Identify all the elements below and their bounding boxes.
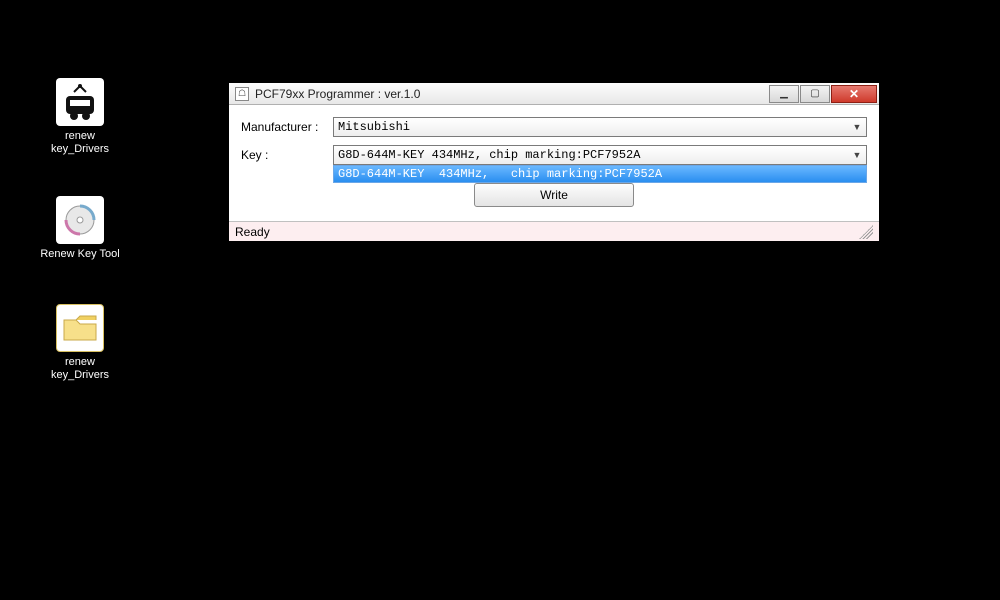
key-option[interactable]: G8D-644M-KEY 434MHz, chip marking:PCF795… — [334, 166, 866, 182]
desktop-icon-prog[interactable]: renew key_Drivers — [40, 78, 120, 156]
desktop-icon-label: renew key_Drivers — [40, 356, 120, 382]
app-window: ☖ PCF79xx Programmer : ver.1.0 ▁ ▢ ✕ Man… — [228, 82, 880, 242]
app-icon: ☖ — [235, 87, 249, 101]
chevron-down-icon: ▼ — [849, 119, 865, 135]
client-area: Manufacturer : Mitsubishi ▼ Key : G8D-64… — [229, 105, 879, 221]
close-icon: ✕ — [849, 87, 859, 101]
key-value[interactable]: G8D-644M-KEY 434MHz, chip marking:PCF795… — [333, 145, 867, 165]
chevron-down-icon: ▼ — [849, 147, 865, 163]
manufacturer-value[interactable]: Mitsubishi — [333, 117, 867, 137]
manufacturer-row: Manufacturer : Mitsubishi ▼ — [241, 117, 867, 137]
manufacturer-combo[interactable]: Mitsubishi ▼ — [333, 117, 867, 137]
maximize-button[interactable]: ▢ — [800, 85, 830, 103]
desktop-icon-label: renew key_Drivers — [40, 130, 120, 156]
desktop-icon-folder[interactable]: renew key_Drivers — [40, 304, 120, 382]
folder-icon — [56, 304, 104, 352]
titlebar[interactable]: ☖ PCF79xx Programmer : ver.1.0 ▁ ▢ ✕ — [229, 83, 879, 105]
window-title: PCF79xx Programmer : ver.1.0 — [255, 87, 762, 101]
key-combo[interactable]: G8D-644M-KEY 434MHz, chip marking:PCF795… — [333, 145, 867, 165]
cd-icon — [56, 196, 104, 244]
minimize-icon: ▁ — [780, 88, 788, 99]
resize-grip[interactable] — [859, 225, 873, 239]
maximize-icon: ▢ — [810, 88, 819, 99]
minimize-button[interactable]: ▁ — [769, 85, 799, 103]
manufacturer-label: Manufacturer : — [241, 120, 333, 134]
key-label: Key : — [241, 148, 333, 162]
key-dropdown: G8D-644M-KEY 434MHz, chip marking:PCF795… — [333, 165, 867, 183]
statusbar: Ready — [229, 221, 879, 241]
close-button[interactable]: ✕ — [831, 85, 877, 103]
prog-app-icon — [56, 78, 104, 126]
write-button[interactable]: Write — [474, 183, 634, 207]
desktop-icon-cd[interactable]: Renew Key Tool — [40, 196, 120, 261]
status-text: Ready — [235, 225, 270, 239]
window-buttons: ▁ ▢ ✕ — [768, 85, 877, 103]
key-row: Key : G8D-644M-KEY 434MHz, chip marking:… — [241, 145, 867, 165]
desktop-icon-label: Renew Key Tool — [40, 248, 119, 261]
write-row: Write — [241, 183, 867, 207]
